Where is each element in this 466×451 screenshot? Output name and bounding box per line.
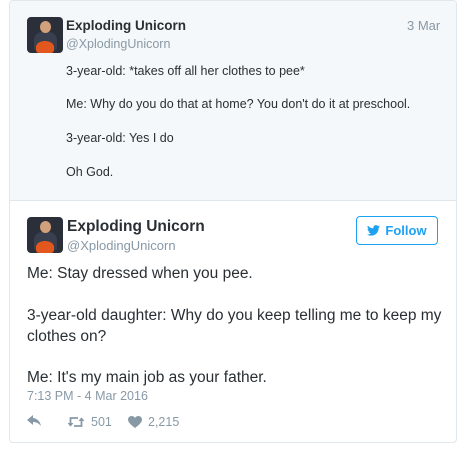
tweet-date[interactable]: 3 Mar (407, 18, 440, 33)
avatar-figure-head (40, 221, 51, 233)
retweet-count: 501 (91, 415, 112, 429)
author-name[interactable]: Exploding Unicorn (67, 218, 205, 236)
like-button[interactable]: 2,215 (128, 415, 179, 429)
tweet-text-line: 3-year-old: *takes off all her clothes t… (66, 64, 305, 78)
avatar[interactable] (27, 217, 63, 253)
tweet-text-line: Oh God. (66, 165, 114, 179)
tweet-text-line: clothes on? (27, 328, 107, 345)
tweet-text-line: 3-year-old daughter: Why do you keep tel… (27, 307, 442, 324)
author-handle[interactable]: @XplodingUnicorn (66, 37, 170, 51)
avatar-pumpkin (36, 241, 54, 253)
reply-icon (27, 415, 41, 426)
author-name[interactable]: Exploding Unicorn (66, 18, 186, 33)
follow-button[interactable]: Follow (356, 216, 438, 245)
reply-button[interactable] (27, 415, 41, 427)
retweet-button[interactable]: 501 (67, 415, 112, 429)
avatar-pumpkin (36, 41, 54, 53)
author-handle[interactable]: @XplodingUnicorn (67, 238, 176, 253)
heart-icon (128, 416, 142, 428)
tweet-text-line: Me: Why do you do that at home? You don'… (66, 97, 411, 111)
retweet-icon (67, 417, 85, 427)
tweet-text-line: 3-year-old: Yes I do (66, 131, 174, 145)
tweet-timestamp[interactable]: 7:13 PM - 4 Mar 2016 (27, 389, 148, 403)
avatar-figure-head (40, 21, 51, 33)
tweet-text-line: Me: Stay dressed when you pee. (27, 265, 253, 282)
tweet-card: Exploding Unicorn @XplodingUnicorn 3 Mar… (9, 0, 457, 443)
tweet-text-line: Me: It's my main job as your father. (27, 369, 267, 386)
avatar[interactable] (27, 17, 63, 53)
like-count: 2,215 (148, 415, 180, 429)
follow-label: Follow (385, 223, 427, 238)
twitter-bird-icon (367, 225, 381, 236)
quoted-tweet[interactable]: Exploding Unicorn @XplodingUnicorn 3 Mar… (10, 1, 456, 201)
